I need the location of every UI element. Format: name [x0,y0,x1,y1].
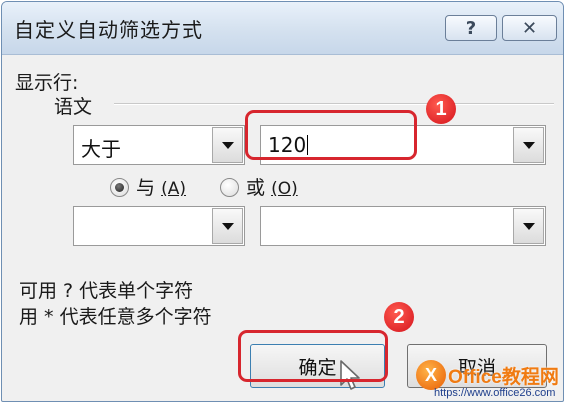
chevron-down-icon [221,141,234,149]
operator-select-2[interactable] [73,206,245,246]
close-icon: ✕ [521,17,538,39]
show-rows-label: 显示行: [15,72,79,94]
value-combo-2[interactable] [260,206,546,246]
chevron-down-icon [522,222,535,230]
help-button[interactable]: ? [445,15,497,41]
value-combo-1-dropdown-button[interactable] [513,127,544,163]
and-radio[interactable] [110,178,129,197]
custom-autofilter-dialog: 自定义自动筛选方式 ? ✕ 显示行: 语文 大于 120 与 (A) 或 (O) [1,1,564,402]
value-combo-2-dropdown-button[interactable] [513,208,544,244]
operator-select-1-dropdown-button[interactable] [212,127,243,163]
or-radio-label[interactable]: 或 (O) [246,173,298,200]
chevron-down-icon [522,141,535,149]
chevron-down-icon [221,222,234,230]
help-icon: ? [465,17,477,39]
dialog-title: 自定义自动筛选方式 [14,18,203,42]
highlight-ok-button [238,330,388,382]
hint-single-char: 可用 ? 代表单个字符 [19,280,194,302]
watermark-url: https://www.office26.com [434,387,556,399]
operator-select-1[interactable]: 大于 [73,125,245,165]
title-bar: 自定义自动筛选方式 ? ✕ [2,2,563,55]
watermark-text: Office教程网 [448,367,559,388]
step-badge-1: 1 [426,94,456,124]
hint-multi-char: 用 * 代表任意多个字符 [19,306,212,328]
close-button[interactable]: ✕ [502,15,557,41]
and-radio-label[interactable]: 与 (A) [136,173,186,200]
watermark: X Office教程网 https://www.office26.com [412,354,563,401]
highlight-value-box [245,110,417,160]
step-badge-2: 2 [384,302,414,332]
operator-select-2-dropdown-button[interactable] [212,208,243,244]
field-name-label: 语文 [54,96,93,118]
group-divider [114,103,554,105]
or-radio[interactable] [220,178,239,197]
operator-select-1-value: 大于 [81,137,121,161]
watermark-logo: X [416,360,446,390]
